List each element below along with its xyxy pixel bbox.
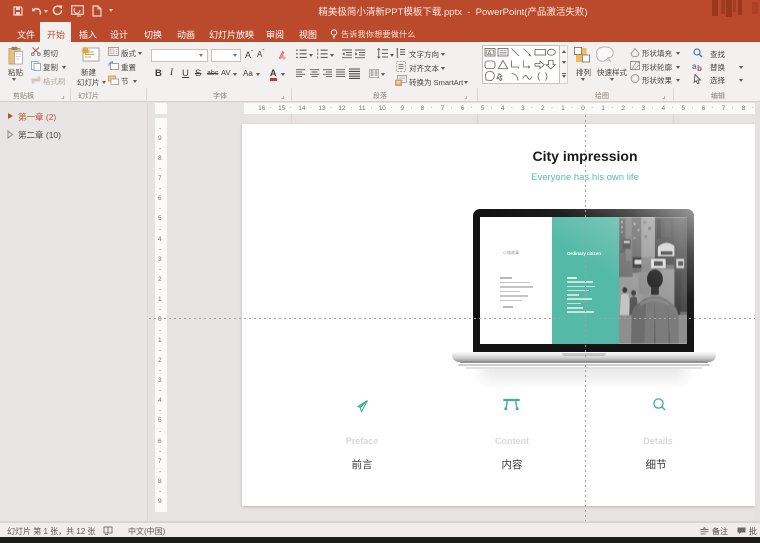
- svg-text:b: b: [697, 64, 702, 72]
